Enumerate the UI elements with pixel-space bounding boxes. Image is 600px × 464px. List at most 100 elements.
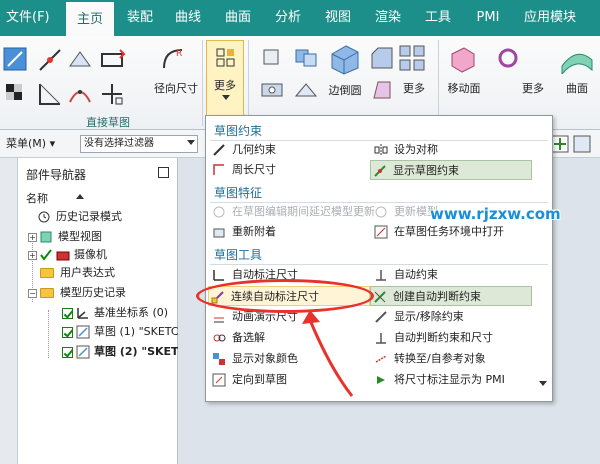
tab-assembly[interactable]: 装配 xyxy=(118,0,162,36)
nav-item-sketch-2[interactable]: 草图 (2) "SKET xyxy=(18,343,179,361)
tab-surface[interactable]: 曲面 xyxy=(216,0,260,36)
visibility-checkbox[interactable] xyxy=(62,327,73,338)
sync-icon[interactable] xyxy=(494,44,522,72)
polygon-icon[interactable] xyxy=(98,46,126,74)
trim-icon[interactable] xyxy=(36,80,64,108)
folder-icon xyxy=(40,268,54,278)
chevron-down-icon xyxy=(222,95,230,100)
chevron-down-icon xyxy=(187,140,195,145)
tab-render[interactable]: 渲染 xyxy=(366,0,410,36)
auto-dim-icon xyxy=(213,270,224,281)
tab-file[interactable]: 文件(F) xyxy=(0,0,64,36)
tab-curve[interactable]: 曲线 xyxy=(166,0,210,36)
menu-item-show-sketch-constraints[interactable]: 显示草图约束 xyxy=(370,160,532,180)
radial-dim-icon[interactable]: R xyxy=(158,44,186,72)
more-sync-label[interactable]: 更多 xyxy=(516,80,550,96)
nav-item-label: 草图 (2) "SKET xyxy=(94,345,179,358)
animate-dim-icon xyxy=(214,317,224,323)
menu-item-set-symmetric[interactable]: 设为对称 xyxy=(372,140,532,160)
more-sketch-button[interactable]: 更多 xyxy=(206,40,244,120)
tab-tools[interactable]: 工具 xyxy=(416,0,460,36)
visibility-checkbox[interactable] xyxy=(62,347,73,358)
nav-item-datum-csys[interactable]: 基准坐标系 (0) xyxy=(18,304,178,322)
tab-pmi[interactable]: PMI xyxy=(466,0,510,36)
hole-icon[interactable] xyxy=(258,76,286,104)
menu-item-open-in-task[interactable]: 在草图任务环境中打开 xyxy=(372,222,532,242)
more-features-label[interactable]: 更多 xyxy=(398,80,430,96)
edge-blend-icon[interactable] xyxy=(328,42,362,76)
navigator-close-button[interactable] xyxy=(158,167,169,178)
clock-icon xyxy=(38,211,50,223)
column-header-name[interactable]: 名称 xyxy=(26,190,48,206)
more-features-icon[interactable] xyxy=(398,44,428,74)
visibility-checkbox[interactable] xyxy=(62,308,73,319)
nav-item-history-mode[interactable]: 历史记录模式 xyxy=(18,208,178,226)
menu-item-reattach[interactable]: 重新附着 xyxy=(210,222,370,242)
boolean-icon[interactable] xyxy=(292,44,320,72)
menu-item-show-dims-as-pmi[interactable]: 将尺寸标注显示为 PMI xyxy=(372,370,532,390)
menu-item-convert-reference[interactable]: 转换至/自参考对象 xyxy=(372,349,532,369)
menu-item-label: 重新附着 xyxy=(232,225,276,238)
pmi-icon xyxy=(377,376,385,384)
menu-item-label: 显示草图约束 xyxy=(393,164,459,177)
more-sketch-dropdown: 草图约束 几何约束 设为对称 周长尺寸 显示草图约束 草图特征 在草图编辑期间延… xyxy=(205,115,553,402)
collapse-icon[interactable]: − xyxy=(28,289,37,298)
menu-item-create-inferred-constraints[interactable]: 创建自动判断约束 xyxy=(370,286,532,306)
selection-filter-select[interactable]: 没有选择过滤器 xyxy=(80,135,198,153)
menu-item-geometric-constraints[interactable]: 几何约束 xyxy=(210,140,370,160)
menu-item-show-remove-constraints[interactable]: 显示/移除约束 xyxy=(372,307,532,327)
show-constraints-icon xyxy=(374,165,386,177)
menu-button[interactable]: 菜单(M) ▾ xyxy=(2,134,59,154)
tab-applications[interactable]: 应用模块 xyxy=(514,0,586,36)
nav-item-cameras[interactable]: + 摄像机 xyxy=(18,246,178,264)
perimeter-icon xyxy=(213,164,224,175)
point-icon[interactable] xyxy=(98,80,126,108)
convert-reference-icon xyxy=(375,355,387,363)
nav-item-model-history[interactable]: − 模型历史记录 xyxy=(18,284,178,302)
sort-ascending-icon xyxy=(76,194,84,199)
menu-item-auto-constrain[interactable]: 自动约束 xyxy=(372,265,532,285)
nav-item-model-views[interactable]: + 模型视图 xyxy=(18,228,178,246)
menu-item-perimeter-dimension[interactable]: 周长尺寸 xyxy=(210,160,370,180)
extrude-icon[interactable] xyxy=(258,44,286,72)
move-face-label[interactable]: 移动面 xyxy=(440,80,488,96)
alternate-solution-icon xyxy=(213,334,226,342)
ribbon-separator xyxy=(202,40,203,126)
resource-bar xyxy=(0,158,18,464)
menu-item-delay-model-update[interactable]: 在草图编辑期间延迟模型更新 xyxy=(210,202,375,222)
checker-icon[interactable] xyxy=(2,80,30,108)
cube-icon xyxy=(40,231,52,243)
folder-open-icon xyxy=(40,288,54,298)
nav-item-user-expressions[interactable]: 用户表达式 xyxy=(18,264,178,282)
curve-edit-icon[interactable] xyxy=(66,80,94,108)
move-face-icon[interactable] xyxy=(448,44,478,74)
tab-view[interactable]: 视图 xyxy=(316,0,360,36)
menu-item-label: 转换至/自参考对象 xyxy=(394,352,486,365)
plane-icon[interactable] xyxy=(66,46,94,74)
surface-icon[interactable] xyxy=(560,44,594,74)
edge-blend-label[interactable]: 边倒圆 xyxy=(322,82,368,98)
draft-icon[interactable] xyxy=(368,76,396,104)
tab-analysis[interactable]: 分析 xyxy=(266,0,310,36)
shell-icon[interactable] xyxy=(292,76,320,104)
scroll-down-icon[interactable] xyxy=(539,381,547,386)
radial-dim-label[interactable]: 径向尺寸 xyxy=(150,80,202,96)
menu-item-label: 自动判断约束和尺寸 xyxy=(394,331,493,344)
update-model-icon xyxy=(375,206,387,218)
surface-label[interactable]: 曲面 xyxy=(560,80,594,96)
nav-item-sketch-1[interactable]: 草图 (1) "SKETC xyxy=(18,323,179,341)
expand-icon[interactable]: + xyxy=(28,233,37,242)
camera-icon xyxy=(56,251,70,261)
show-remove-icon xyxy=(375,311,387,323)
chamfer-icon[interactable] xyxy=(368,44,396,72)
menu-item-label: 自动约束 xyxy=(394,268,438,281)
snap-tools-icon[interactable] xyxy=(550,132,596,156)
tab-home[interactable]: 主页 xyxy=(66,0,114,36)
open-task-icon xyxy=(374,225,388,239)
menu-item-auto-inferred-dims[interactable]: 自动判断约束和尺寸 xyxy=(372,328,532,348)
ribbon-tab-bar: 文件(F) 主页 装配 曲线 曲面 分析 视图 渲染 工具 PMI 应用模块 xyxy=(0,0,600,36)
line-point-icon[interactable] xyxy=(36,46,64,74)
sketch-tool-icon[interactable] xyxy=(2,46,30,74)
section-sketch-tools: 草图工具 xyxy=(214,248,263,262)
expand-icon[interactable]: + xyxy=(28,251,37,260)
